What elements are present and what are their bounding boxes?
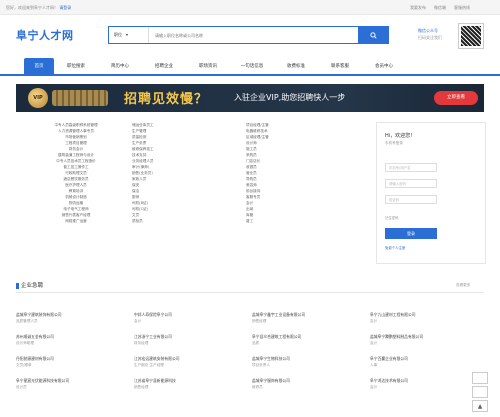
- nav-item-one-line[interactable]: 一句话信息: [230, 58, 274, 76]
- hotline-text: 客服热线: [454, 5, 470, 10]
- top-bar-links: 我要发布 微信端 客服热线: [410, 5, 470, 11]
- password-field[interactable]: 请输入密码: [385, 179, 437, 188]
- site-logo[interactable]: 阜宁人才网: [16, 27, 74, 43]
- job-card[interactable]: 阜宁星宸光伏能源科技有限公司 设计员: [16, 378, 126, 390]
- register-link[interactable]: 免费个人注册: [385, 245, 405, 250]
- banner-cta-button[interactable]: 立即查看: [434, 91, 478, 105]
- wechat-account-link[interactable]: 微信公众号: [418, 27, 442, 34]
- chevron-down-icon: ▾: [126, 32, 129, 37]
- job-position[interactable]: 会计: [134, 318, 244, 324]
- scan-follow-text: 扫码关注我们: [418, 35, 442, 40]
- category-link[interactable]: 质检员: [132, 218, 236, 224]
- nav-item-job-search[interactable]: 职位搜索: [54, 58, 98, 76]
- nav-item-pricing[interactable]: 收费标准: [274, 58, 318, 76]
- job-card[interactable]: 丹阳驰源建材有限公司 文员/跟单: [16, 356, 126, 368]
- login-link[interactable]: 请登录: [59, 5, 71, 10]
- login-panel: Hi，欢迎您！ 手机号登录 手机号/用户名 请输入密码 验证码 记住密码 登录 …: [376, 122, 486, 264]
- job-card[interactable]: 阜宁九山建材工程有限公司 会计: [370, 312, 480, 324]
- search-box: 职位 ▾: [108, 26, 389, 44]
- search-button[interactable]: [358, 26, 389, 44]
- job-card[interactable]: 江苏宏远建筑安装有限公司 生产副总 生产经理: [134, 356, 244, 368]
- section-marker: [16, 282, 19, 289]
- job-card[interactable]: 江苏浙宁工业有限公司 财务经理: [134, 334, 244, 346]
- job-card[interactable]: 盐城阜宁鑫宇工业设备有限公司 销售经理: [252, 312, 362, 324]
- category-link[interactable]: 普工: [246, 218, 350, 224]
- nav-item-news[interactable]: 职场资讯: [186, 58, 230, 76]
- category-column-1: 中专人员高级职称系统管理 人力资源管理人事专员 市场营销策划 工程项目管理 财务会计 建筑…: [24, 122, 128, 224]
- nav-item-companies[interactable]: 招聘企业: [142, 58, 186, 76]
- job-position[interactable]: 品质管理人员: [16, 318, 126, 324]
- login-subtitle: 手机号登录: [385, 141, 403, 145]
- job-card[interactable]: 江苏省阜宁县新能源科技 销售经理: [134, 378, 244, 390]
- top-bar: 您好，欢迎来到阜宁人才网！ 请登录 我要发布 微信端 客服热线: [0, 0, 500, 15]
- vip-badge-icon: VIP: [28, 88, 48, 108]
- welcome-text: 您好，欢迎来到阜宁人才网！ 请登录: [6, 5, 71, 11]
- remember-checkbox[interactable]: 记住密码: [385, 215, 399, 220]
- category-column-2: 储运仓库员工 生产管理 质量检测 生产负责 维修保养技工 技术支持 业务经理人员 审计(律师)…: [132, 122, 236, 224]
- coins-decoration: [52, 90, 108, 106]
- search-type-label: 职位: [114, 32, 122, 37]
- section-divider: [16, 292, 484, 293]
- category-link[interactable]: 网络推广运营: [24, 218, 128, 224]
- nav-item-member[interactable]: 会员中心: [362, 58, 406, 76]
- job-position[interactable]: 会计: [370, 384, 480, 390]
- job-position[interactable]: 生产副总 生产经理: [134, 362, 244, 368]
- banner-headline: 招聘见效慢？: [124, 92, 209, 107]
- job-position[interactable]: 销售经理: [134, 384, 244, 390]
- header-links: 微信公众号 扫码关注我们: [418, 27, 442, 41]
- job-card[interactable]: 盐城阜宁服饰有限公司 维修员: [252, 378, 362, 390]
- more-link[interactable]: 查看更多: [456, 283, 470, 288]
- login-greeting: Hi，欢迎您！: [385, 133, 416, 139]
- captcha-field[interactable]: 验证码: [385, 195, 437, 204]
- section-title: 企业急聘: [16, 281, 43, 289]
- nav-item-support[interactable]: 联系客服: [318, 58, 362, 76]
- job-card[interactable]: 盐城阜宁生物科技公司 项目负责人: [252, 356, 362, 368]
- username-field[interactable]: 手机号/用户名: [385, 163, 437, 172]
- login-button[interactable]: 登录: [385, 228, 437, 239]
- publish-link[interactable]: 我要发布: [410, 5, 426, 11]
- qr-code: [458, 23, 484, 49]
- main-nav: 首页 职位搜索 简历中心 招聘企业 职场资讯 一句话信息 收费标准 联系客服 会…: [0, 58, 500, 76]
- job-position[interactable]: 销售经理: [252, 318, 362, 324]
- job-position[interactable]: 会计: [370, 340, 480, 346]
- job-position[interactable]: 人事: [370, 362, 480, 368]
- welcome-message: 您好，欢迎来到阜宁人才网！: [6, 5, 58, 10]
- section-title-text: 企业急聘: [21, 283, 44, 289]
- job-card[interactable]: 阜宁鸿达技术有限公司 会计: [370, 378, 480, 390]
- nav-item-resume[interactable]: 简历中心: [98, 58, 142, 76]
- vip-banner[interactable]: VIP 招聘见效慢？ 入驻企业VIP,助您招聘快人一步 立即查看: [16, 84, 484, 112]
- float-service-button[interactable]: [472, 386, 488, 398]
- float-qr-button[interactable]: [472, 372, 488, 384]
- job-position[interactable]: 会计: [370, 318, 480, 324]
- job-position[interactable]: 维修员: [252, 384, 362, 390]
- nav-item-home[interactable]: 首页: [24, 58, 54, 76]
- job-card[interactable]: 阜宁百赢企业有限公司 人事: [370, 356, 480, 368]
- search-type-select[interactable]: 职位 ▾: [109, 27, 149, 43]
- job-position[interactable]: 文员/跟单: [16, 362, 126, 368]
- job-card[interactable]: 中邦人寿保险阜宁公司 会计: [134, 312, 244, 324]
- job-position[interactable]: 设计师助理: [16, 340, 126, 346]
- wechat-link[interactable]: 微信端: [434, 5, 446, 11]
- job-position[interactable]: 财务经理: [134, 340, 244, 346]
- job-card[interactable]: 盐城阜宁腾鹏塑料制品有限公司 会计: [370, 334, 480, 346]
- header: 阜宁人才网 职位 ▾ 微信公众号 扫码关注我们: [0, 15, 500, 55]
- search-input[interactable]: [155, 30, 355, 40]
- job-card[interactable]: 阜宁县众合建筑工程有限公司 品质: [252, 334, 362, 346]
- job-position[interactable]: 项目负责人: [252, 362, 362, 368]
- job-card[interactable]: 苏州顺诚五金有限公司 设计师助理: [16, 334, 126, 346]
- job-categories: 中专人员高级职称系统管理 人力资源管理人事专员 市场营销策划 工程项目管理 财务会计 建筑…: [24, 122, 372, 232]
- job-position[interactable]: 品质: [252, 340, 362, 346]
- job-card[interactable]: 盐城阜宁建筑装饰有限公司 品质管理人员: [16, 312, 126, 324]
- search-icon: [370, 31, 377, 39]
- job-position[interactable]: 设计员: [16, 384, 126, 390]
- back-to-top-icon[interactable]: ▲: [472, 400, 488, 412]
- float-toolbar: ▲: [472, 372, 488, 412]
- banner-subtitle: 入驻企业VIP,助您招聘快人一步: [234, 93, 346, 102]
- category-column-3: 项目经理/主管 电器维修技术 区域经理/主管 设计师 施工员 采购员 门店店长 收银员 营业员导…: [246, 122, 350, 224]
